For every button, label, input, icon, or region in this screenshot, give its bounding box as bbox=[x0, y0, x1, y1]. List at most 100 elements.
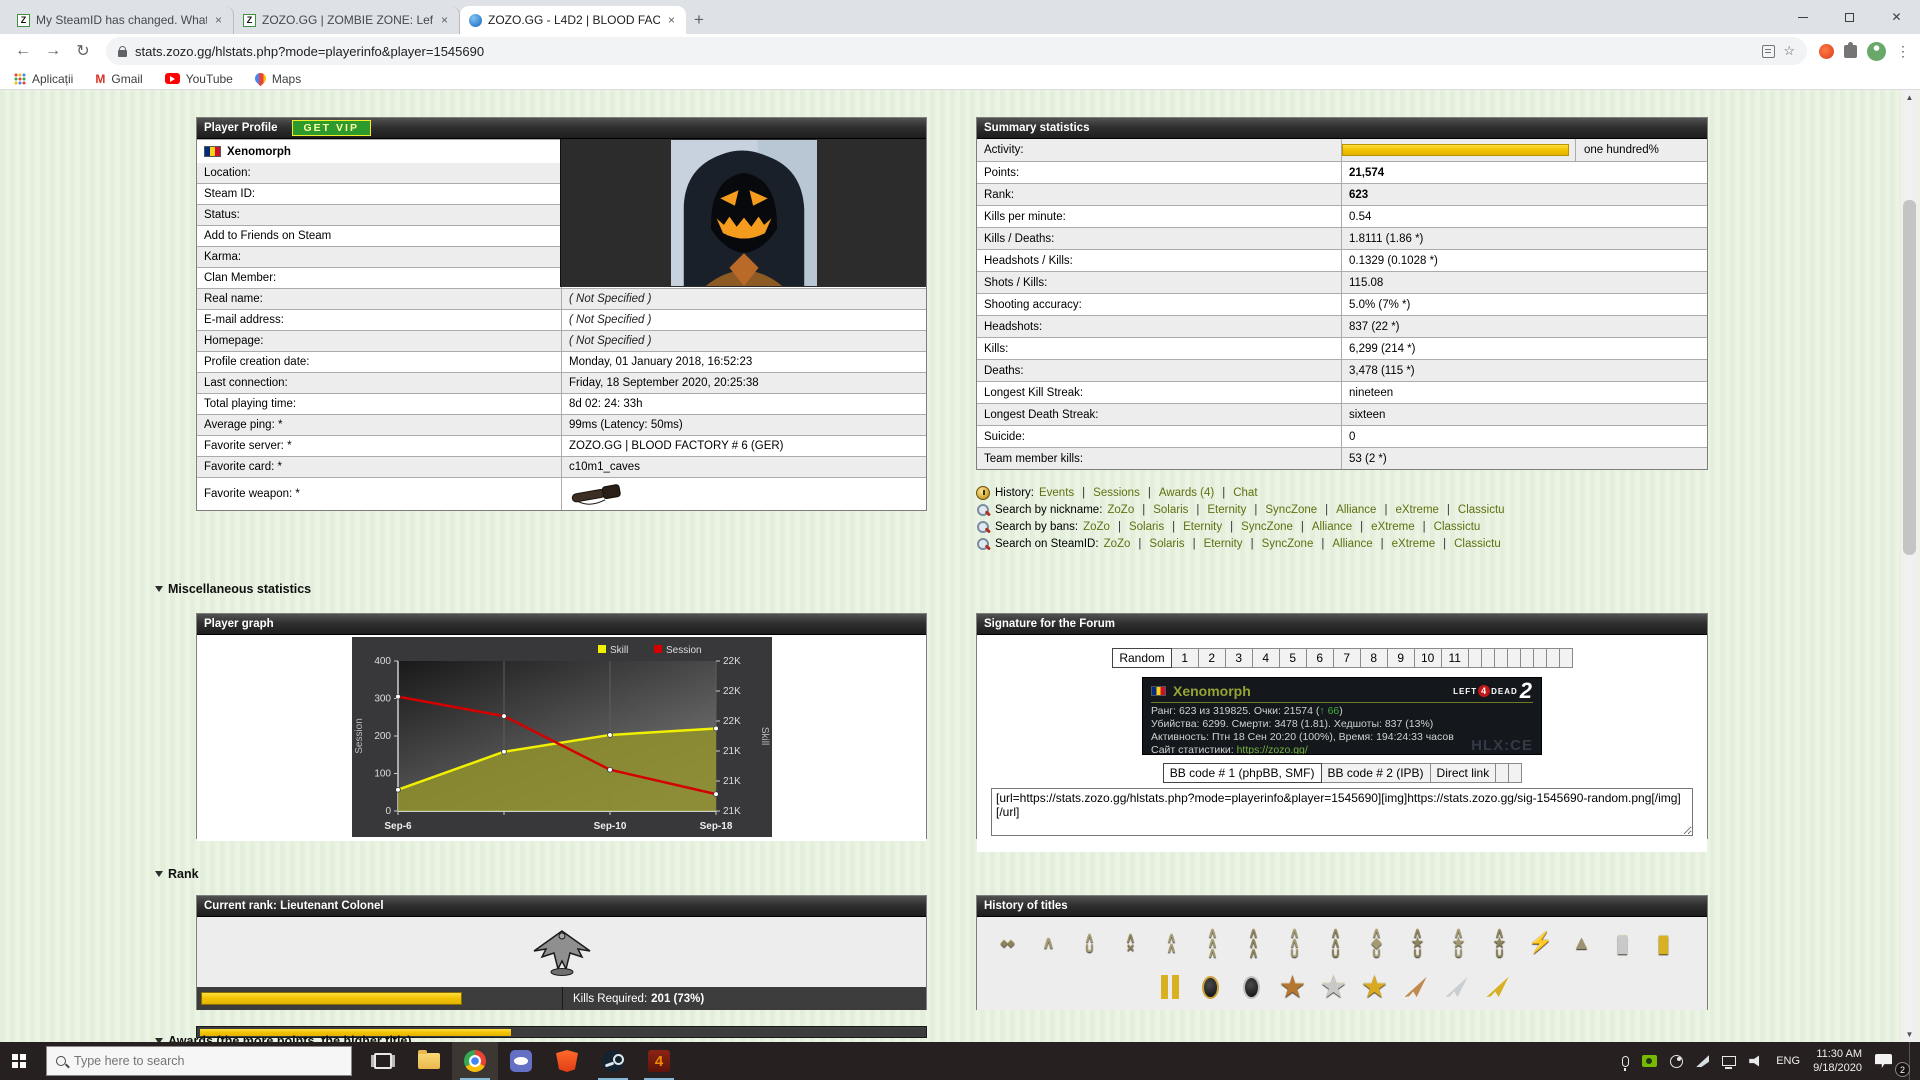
search-link[interactable]: Eternity bbox=[1183, 521, 1222, 533]
search-link[interactable]: Eternity bbox=[1207, 504, 1246, 516]
search-link[interactable]: Alliance bbox=[1336, 504, 1376, 516]
search-link[interactable]: eXtreme bbox=[1392, 538, 1435, 550]
language-indicator[interactable]: ENG bbox=[1776, 1055, 1800, 1067]
extensions-puzzle-icon[interactable] bbox=[1844, 45, 1857, 58]
search-link[interactable]: Classictu bbox=[1458, 504, 1505, 516]
zozo-gg-link[interactable]: https://zozo.gg/ bbox=[1237, 744, 1308, 755]
sig-style-button[interactable]: Random bbox=[1112, 648, 1171, 668]
new-tab-button[interactable]: + bbox=[694, 10, 704, 30]
browser-menu-icon[interactable]: ⋮ bbox=[1896, 43, 1910, 60]
tab-close-icon[interactable]: × bbox=[213, 13, 224, 27]
bookmark-star-icon[interactable]: ☆ bbox=[1783, 43, 1795, 59]
tab-close-icon[interactable]: × bbox=[666, 13, 677, 27]
satellite-dish-icon[interactable] bbox=[1696, 1055, 1709, 1067]
steam-tray-icon[interactable] bbox=[1670, 1055, 1683, 1068]
search-link[interactable]: Solaris bbox=[1153, 504, 1188, 516]
chrome-taskbar-button[interactable] bbox=[452, 1042, 498, 1080]
back-button[interactable]: ← bbox=[10, 42, 36, 60]
start-button[interactable] bbox=[0, 1042, 46, 1080]
scrollbar-down-arrow[interactable]: ▼ bbox=[1901, 1027, 1918, 1042]
taskbar-clock[interactable]: 11:30 AM 9/18/2020 bbox=[1813, 1047, 1862, 1075]
l4d2-taskbar-button[interactable]: 4 bbox=[636, 1042, 682, 1080]
volume-icon[interactable] bbox=[1749, 1055, 1763, 1067]
sig-style-button[interactable]: 1 bbox=[1171, 648, 1199, 668]
scrollbar-thumb[interactable] bbox=[1903, 200, 1916, 555]
sig-style-button[interactable]: 7 bbox=[1333, 648, 1361, 668]
bbcode-button[interactable]: BB code # 2 (IPB) bbox=[1321, 763, 1431, 783]
insignia-lance-corporal: ∧ × bbox=[1126, 933, 1136, 953]
rank-section-header[interactable]: Rank bbox=[155, 867, 199, 881]
discord-taskbar-button[interactable] bbox=[498, 1042, 544, 1080]
network-icon[interactable] bbox=[1722, 1056, 1736, 1066]
bbcode-button[interactable]: BB code # 1 (phpBB, SMF) bbox=[1163, 763, 1322, 783]
bbcode-button[interactable]: Direct link bbox=[1430, 763, 1497, 783]
maximize-button[interactable] bbox=[1826, 0, 1873, 34]
history-link[interactable]: Awards (4) bbox=[1159, 487, 1214, 499]
browser-tab[interactable]: ZZOZO.GG | ZOMBIE ZONE: Left 4× bbox=[234, 6, 460, 34]
sig-style-button[interactable]: 6 bbox=[1306, 648, 1334, 668]
close-window-button[interactable]: ✕ bbox=[1873, 0, 1920, 34]
reload-button[interactable]: ↻ bbox=[70, 41, 96, 61]
summary-row-label: Activity: bbox=[977, 139, 1342, 161]
search-link[interactable]: Classictu bbox=[1434, 521, 1481, 533]
tab-close-icon[interactable]: × bbox=[439, 13, 450, 27]
bbcode-textarea[interactable]: [url=https://stats.zozo.gg/hlstats.php?m… bbox=[991, 788, 1693, 836]
nvidia-icon[interactable] bbox=[1642, 1055, 1657, 1067]
search-link[interactable]: ZoZo bbox=[1107, 504, 1134, 516]
bookmark-item[interactable]: MGmail bbox=[95, 72, 142, 86]
microphone-icon[interactable] bbox=[1622, 1056, 1629, 1067]
sig-style-button[interactable]: 5 bbox=[1279, 648, 1307, 668]
brave-taskbar-button[interactable] bbox=[544, 1042, 590, 1080]
insignia-specialist-diamonds-icon: ◆◆ bbox=[987, 922, 1028, 964]
url-text[interactable]: stats.zozo.gg/hlstats.php?mode=playerinf… bbox=[135, 44, 1754, 59]
summary-row-value: nineteen bbox=[1342, 382, 1707, 403]
sig-style-button[interactable]: 11 bbox=[1441, 648, 1469, 668]
awards-section-header-partial[interactable]: Awards (the more points, the higher titl… bbox=[155, 1034, 412, 1042]
misc-statistics-section-header[interactable]: Miscellaneous statistics bbox=[155, 582, 311, 596]
page-scrollbar[interactable]: ▲ ▼ bbox=[1901, 90, 1918, 1042]
sig-style-button[interactable]: 3 bbox=[1225, 648, 1253, 668]
scrollbar-up-arrow[interactable]: ▲ bbox=[1901, 90, 1918, 105]
search-input[interactable] bbox=[74, 1054, 314, 1068]
sig-style-button[interactable]: 8 bbox=[1360, 648, 1388, 668]
translate-icon[interactable] bbox=[1762, 45, 1775, 58]
notification-center-icon[interactable] bbox=[1875, 1054, 1892, 1068]
bookmark-item[interactable]: Maps bbox=[255, 72, 301, 86]
search-link[interactable]: Classictu bbox=[1454, 538, 1501, 550]
history-link[interactable]: Chat bbox=[1233, 487, 1257, 499]
search-link[interactable]: Alliance bbox=[1332, 538, 1372, 550]
minimize-button[interactable] bbox=[1779, 0, 1826, 34]
profile-avatar-button[interactable] bbox=[1867, 42, 1886, 61]
sig-style-button[interactable]: 10 bbox=[1414, 648, 1442, 668]
search-link[interactable]: eXtreme bbox=[1371, 521, 1414, 533]
forward-button[interactable]: → bbox=[40, 42, 66, 60]
sig-style-button[interactable]: 4 bbox=[1252, 648, 1280, 668]
search-link[interactable]: SyncZone bbox=[1262, 538, 1314, 550]
search-link[interactable]: eXtreme bbox=[1395, 504, 1438, 516]
search-link[interactable]: Solaris bbox=[1149, 538, 1184, 550]
sig-style-empty-cell bbox=[1481, 648, 1495, 668]
bookmark-item[interactable]: YouTube bbox=[165, 72, 233, 86]
steam-taskbar-button[interactable] bbox=[590, 1042, 636, 1080]
show-desktop-button[interactable] bbox=[1909, 1042, 1914, 1080]
search-link[interactable]: SyncZone bbox=[1265, 504, 1317, 516]
bookmark-item[interactable]: Aplicații bbox=[14, 72, 73, 86]
address-bar[interactable]: stats.zozo.gg/hlstats.php?mode=playerinf… bbox=[106, 37, 1807, 65]
taskbar-search-box[interactable] bbox=[46, 1046, 352, 1076]
sig-style-button[interactable]: 2 bbox=[1198, 648, 1226, 668]
browser-tab[interactable]: ZMy SteamID has changed. What t× bbox=[8, 6, 234, 34]
sig-style-button[interactable]: 9 bbox=[1387, 648, 1415, 668]
task-view-taskbar-button[interactable] bbox=[360, 1042, 406, 1080]
history-link[interactable]: Sessions bbox=[1093, 487, 1140, 499]
search-link[interactable]: ZoZo bbox=[1104, 538, 1131, 550]
search-link[interactable]: ZoZo bbox=[1083, 521, 1110, 533]
search-link[interactable]: Solaris bbox=[1129, 521, 1164, 533]
get-vip-button[interactable]: GET VIP bbox=[292, 120, 371, 136]
search-link[interactable]: Eternity bbox=[1204, 538, 1243, 550]
extension-icon[interactable] bbox=[1819, 44, 1834, 59]
file-explorer-taskbar-button[interactable] bbox=[406, 1042, 452, 1080]
browser-tab[interactable]: ZOZO.GG - L4D2 | BLOOD FACTO× bbox=[460, 6, 686, 34]
search-link[interactable]: SyncZone bbox=[1241, 521, 1293, 533]
history-link[interactable]: Events bbox=[1039, 487, 1074, 499]
search-link[interactable]: Alliance bbox=[1312, 521, 1352, 533]
